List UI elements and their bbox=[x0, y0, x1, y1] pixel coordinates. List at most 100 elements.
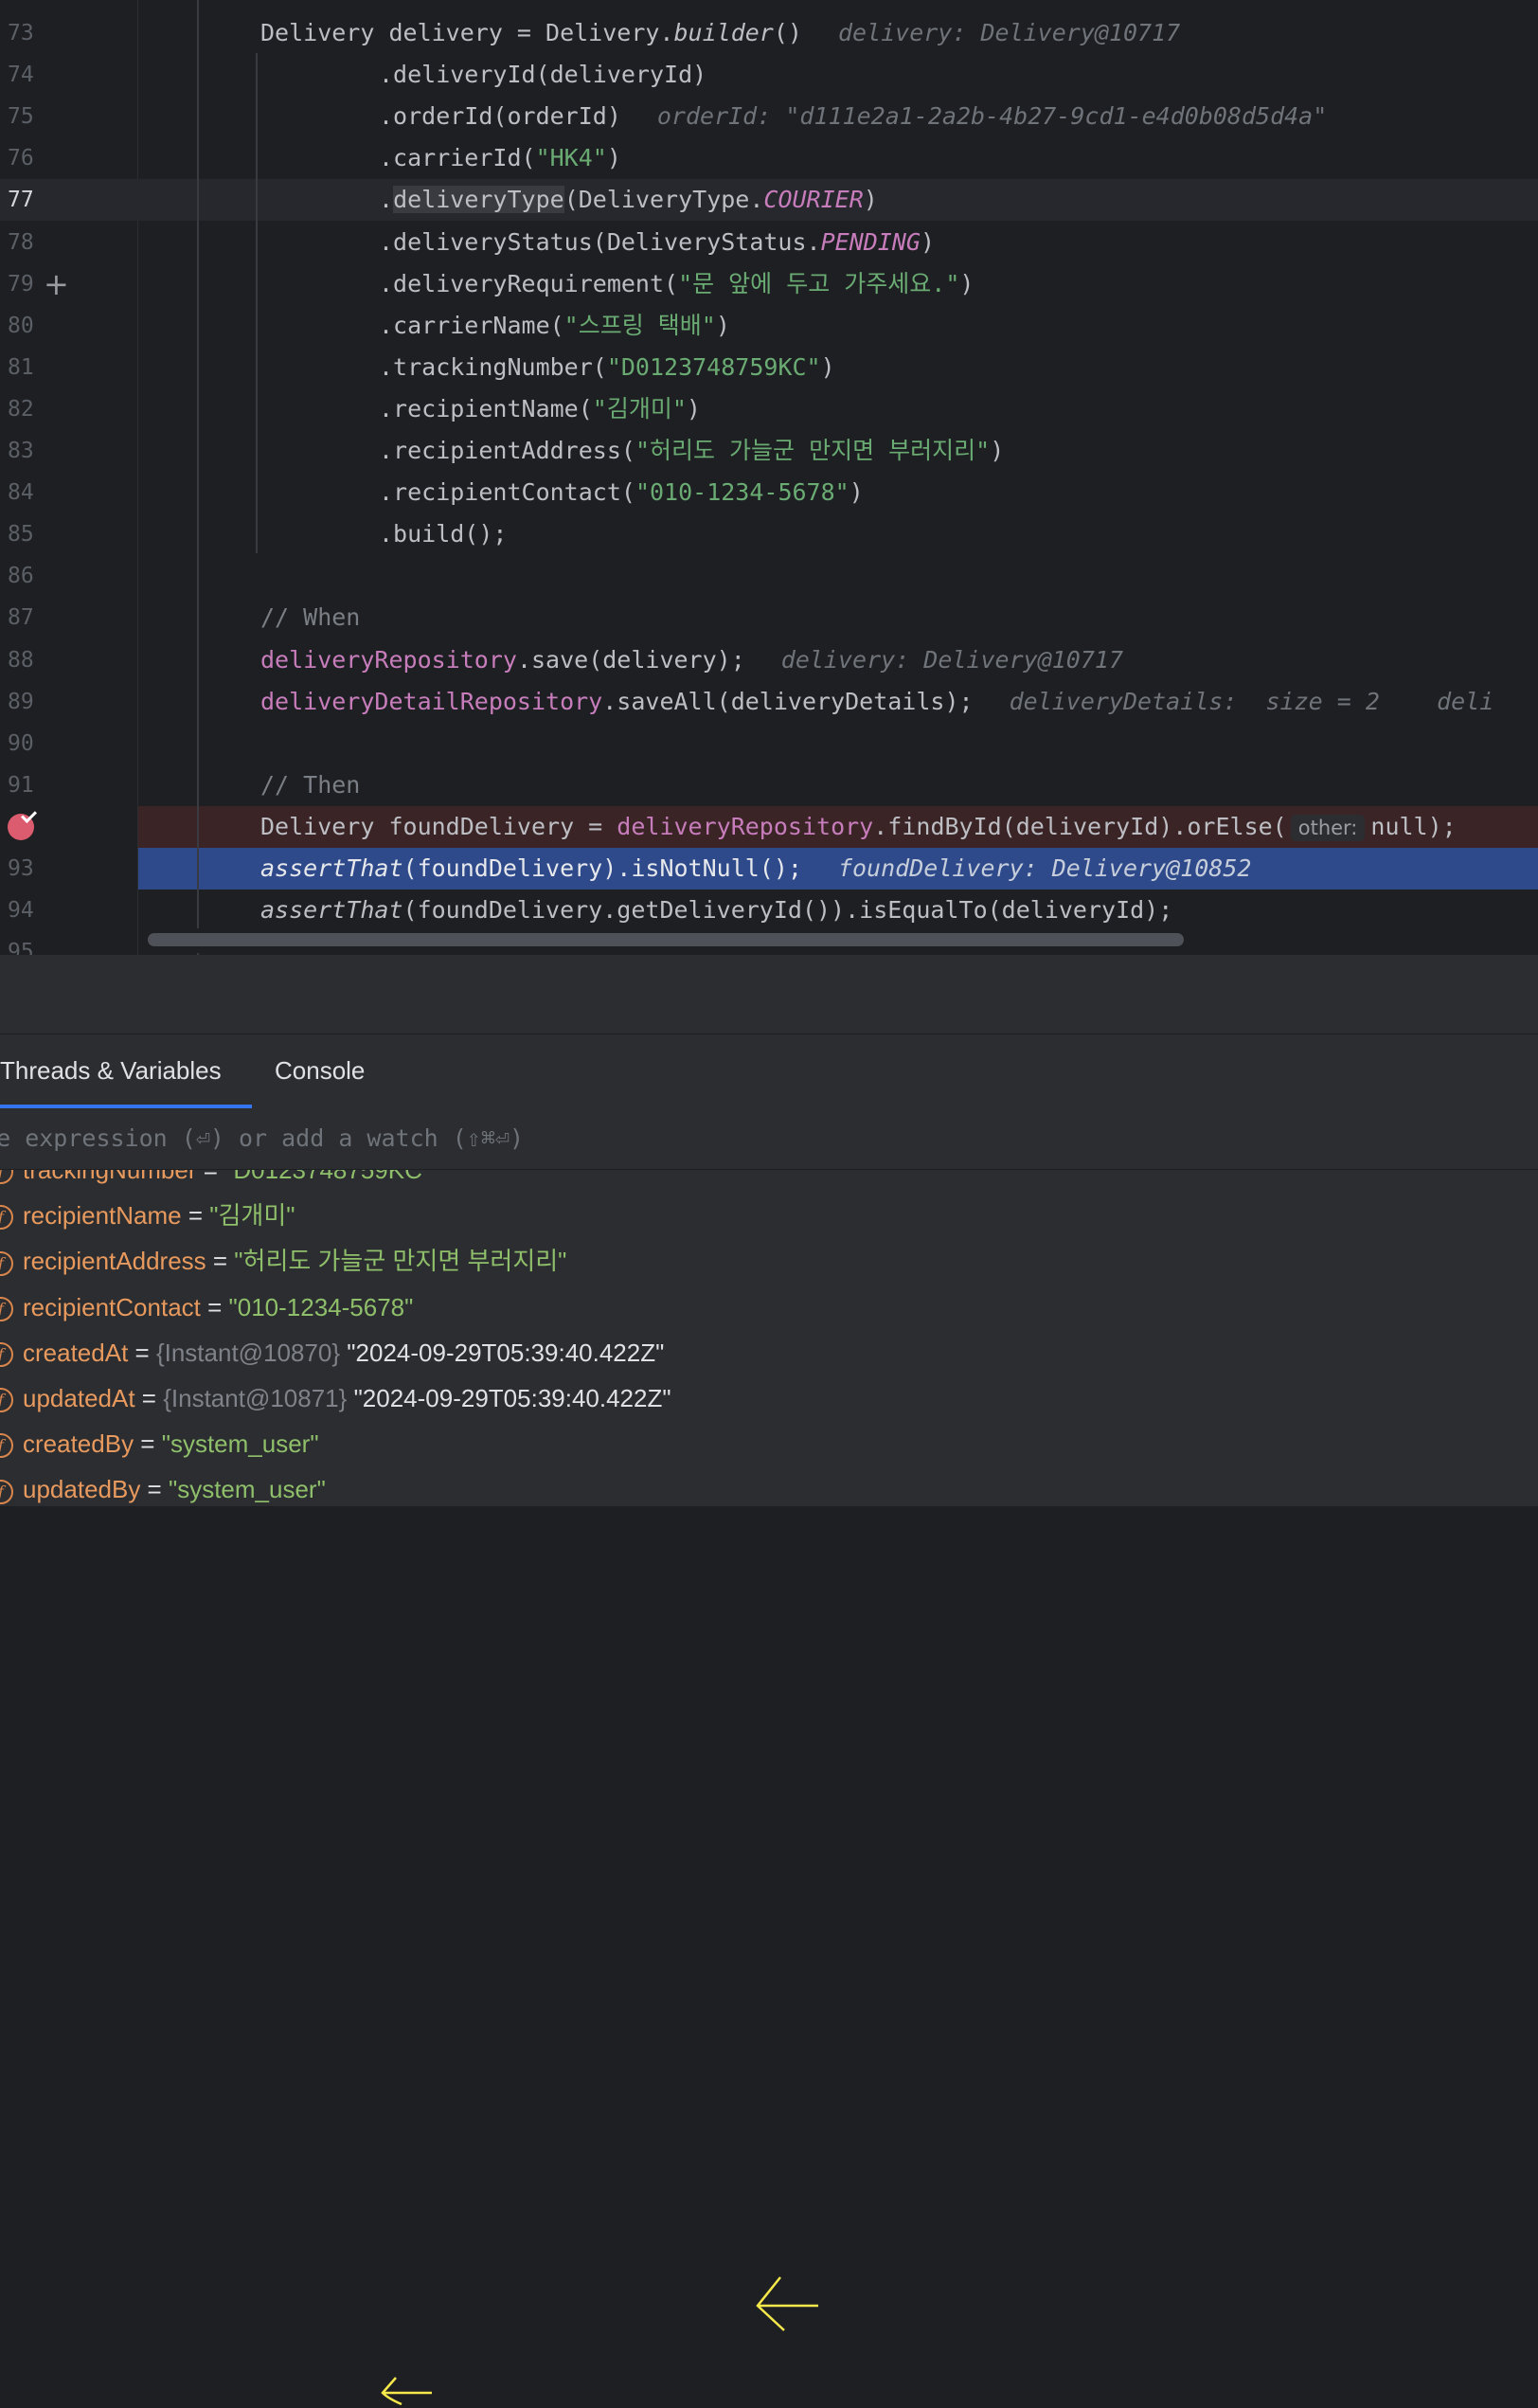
field-icon: f bbox=[0, 1170, 13, 1185]
code-text: .recipientContact("010-1234-5678") bbox=[379, 472, 864, 513]
variable-name: recipientName bbox=[23, 1201, 182, 1231]
code-token: .findById(deliveryId).orElse( bbox=[873, 812, 1287, 840]
line-number: 75 bbox=[8, 104, 34, 130]
code-line[interactable]: 88 deliveryRepository.save(delivery); deli… bbox=[0, 639, 1538, 681]
inline-debug-value: orderId: "d111e2a1-2a2b-4b27-9cd1-e4d0b0… bbox=[656, 102, 1328, 131]
code-token: ) bbox=[686, 394, 701, 422]
code-line[interactable]: 87 // When bbox=[0, 597, 1538, 638]
code-token: PENDING bbox=[820, 227, 921, 256]
horizontal-scrollbar-thumb[interactable] bbox=[148, 933, 1184, 946]
variable-row[interactable]: f trackingNumber = "D0123748759KC" bbox=[0, 1170, 431, 1193]
code-token: "스프링 택배" bbox=[563, 311, 716, 339]
code-line[interactable]: 82 .recipientName("김개미") bbox=[0, 388, 1538, 430]
code-text: // Then bbox=[260, 764, 360, 806]
code-editor[interactable]: 73 Delivery delivery = Delivery.builder()… bbox=[0, 0, 1538, 955]
code-line[interactable]: 79 + .deliveryRequirement("문 앞에 두고 가주세요.") bbox=[0, 263, 1538, 305]
code-token: .save(delivery); bbox=[516, 645, 745, 674]
variable-name: trackingNumber bbox=[23, 1170, 197, 1184]
code-line[interactable]: 84 .recipientContact("010-1234-5678") bbox=[0, 472, 1538, 513]
code-line[interactable]: 83 .recipientAddress("허리도 가늘군 만지면 부러지리") bbox=[0, 430, 1538, 472]
code-token: () bbox=[773, 19, 802, 46]
variable-row[interactable]: f recipientName = "김개미" bbox=[0, 1193, 295, 1238]
variable-row[interactable]: f recipientAddress = "허리도 가늘군 만지면 부러지리" bbox=[0, 1238, 566, 1284]
code-token: "허리도 가늘군 만지면 부러지리" bbox=[635, 437, 991, 464]
code-token: .trackingNumber( bbox=[379, 352, 607, 381]
field-icon: f bbox=[0, 1296, 13, 1321]
evaluate-expression-placeholder: ate expression (⏎) or add a watch (⇧⌘⏎) bbox=[0, 1124, 524, 1152]
variable-value: "system_user" bbox=[161, 1429, 319, 1459]
code-line[interactable]: 90 bbox=[0, 723, 1538, 764]
variable-row[interactable]: f updatedAt = {Instant@10871} "2024-09-29… bbox=[0, 1375, 671, 1421]
variable-row[interactable]: f recipientContact = "010-1234-5678" bbox=[0, 1285, 413, 1330]
code-line[interactable]: 80 .carrierName("스프링 택배") bbox=[0, 305, 1538, 347]
code-line[interactable]: 85 .build(); bbox=[0, 513, 1538, 555]
code-line[interactable]: 94 assertThat(foundDelivery.getDeliveryId… bbox=[0, 890, 1538, 931]
annotation-arrow-created-by bbox=[381, 2377, 432, 2406]
code-token: builder bbox=[673, 19, 774, 46]
code-text: deliveryDetailRepository.saveAll(deliver… bbox=[260, 681, 1493, 723]
code-token: ) bbox=[820, 352, 835, 381]
inline-debug-value: delivery: Delivery@10717 bbox=[780, 645, 1123, 674]
code-token: (DeliveryType. bbox=[563, 186, 764, 214]
variable-equals: = bbox=[128, 1338, 156, 1367]
variable-value: "2024-09-29T05:39:40.422Z" bbox=[347, 1338, 665, 1367]
code-token: ) bbox=[715, 311, 730, 339]
line-number: 78 bbox=[8, 229, 34, 255]
code-text: .deliveryRequirement("문 앞에 두고 가주세요.") bbox=[379, 263, 974, 305]
variable-name: updatedAt bbox=[23, 1384, 135, 1412]
code-text: .deliveryType(DeliveryType.COURIER) bbox=[379, 179, 878, 221]
variable-name: recipientAddress bbox=[23, 1247, 206, 1276]
code-token: ) bbox=[990, 437, 1005, 464]
variable-type: {Instant@10870} bbox=[155, 1338, 341, 1367]
code-token: "문 앞에 두고 가주세요." bbox=[678, 269, 960, 297]
line-number: 84 bbox=[8, 480, 34, 506]
code-line[interactable]: 89 deliveryDetailRepository.saveAll(deliv… bbox=[0, 681, 1538, 723]
field-icon: f bbox=[0, 1205, 13, 1231]
code-line[interactable]: 81 .trackingNumber("D0123748759KC") bbox=[0, 347, 1538, 388]
line-number: 93 bbox=[8, 856, 34, 881]
code-line[interactable]: 73 Delivery delivery = Delivery.builder()… bbox=[0, 12, 1538, 54]
code-token: COURIER bbox=[763, 186, 864, 214]
code-token: // When bbox=[260, 603, 361, 632]
line-number: 76 bbox=[8, 146, 34, 171]
code-line[interactable]: 75 .orderId(orderId) orderId: "d111e2a1-2a… bbox=[0, 96, 1538, 137]
variable-name: createdBy bbox=[23, 1429, 134, 1459]
code-line[interactable]: Delivery foundDelivery = deliveryReposit… bbox=[8, 805, 1538, 848]
tab-console[interactable]: Console bbox=[275, 1034, 365, 1108]
evaluate-expression-input[interactable]: ate expression (⏎) or add a watch (⇧⌘⏎) bbox=[0, 1108, 1538, 1170]
variable-equals: = bbox=[134, 1429, 162, 1459]
code-line[interactable]: 78 .deliveryStatus(DeliveryStatus.PENDING… bbox=[0, 222, 1538, 263]
line-number: 83 bbox=[8, 439, 34, 463]
code-token: "010-1234-5678" bbox=[635, 478, 849, 507]
field-icon: f bbox=[0, 1479, 13, 1504]
code-token: ) bbox=[920, 227, 936, 256]
variable-row[interactable]: f createdAt = {Instant@10870} "2024-09-29… bbox=[0, 1330, 664, 1375]
tab-threads-variables[interactable]: Threads & Variables bbox=[0, 1034, 252, 1108]
code-line[interactable]: 77 .deliveryType(DeliveryType.COURIER) bbox=[0, 179, 1538, 222]
code-text: deliveryRepository.save(delivery); delive… bbox=[260, 639, 1123, 681]
code-token: // Then bbox=[260, 770, 361, 799]
line-number: 82 bbox=[8, 396, 34, 422]
line-number: 77 bbox=[8, 188, 34, 213]
add-icon[interactable]: + bbox=[44, 263, 69, 305]
line-number: 90 bbox=[8, 730, 34, 756]
code-line[interactable]: 86 bbox=[0, 555, 1538, 597]
line-number: 73 bbox=[8, 21, 34, 45]
code-token: ) bbox=[849, 478, 864, 507]
variable-row[interactable]: f createdBy = "system_user" bbox=[0, 1421, 319, 1466]
variables-tree[interactable]: ftrackingNumber = "D0123748759KC"frecipi… bbox=[0, 1170, 1538, 1506]
field-icon: f bbox=[0, 1250, 13, 1276]
code-line[interactable]: 74 .deliveryId(deliveryId) bbox=[0, 54, 1538, 96]
code-line[interactable]: 91 // Then bbox=[0, 764, 1538, 806]
variable-value: "system_user" bbox=[168, 1475, 326, 1504]
field-icon: f bbox=[0, 1433, 13, 1459]
code-line[interactable]: 93 assertThat(foundDelivery).isNotNull();… bbox=[8, 848, 1538, 890]
indent-guide bbox=[197, 0, 199, 955]
variable-equals: = bbox=[181, 1201, 210, 1231]
variable-row[interactable]: f updatedBy = "system_user" bbox=[0, 1466, 326, 1506]
code-token: deliveryRepository bbox=[617, 812, 874, 840]
horizontal-scrollbar[interactable] bbox=[142, 928, 1538, 953]
line-number: 89 bbox=[8, 689, 34, 714]
code-text: .recipientAddress("허리도 가늘군 만지면 부러지리") bbox=[379, 430, 1004, 472]
code-line[interactable]: 76 .carrierId("HK4") bbox=[0, 137, 1538, 179]
